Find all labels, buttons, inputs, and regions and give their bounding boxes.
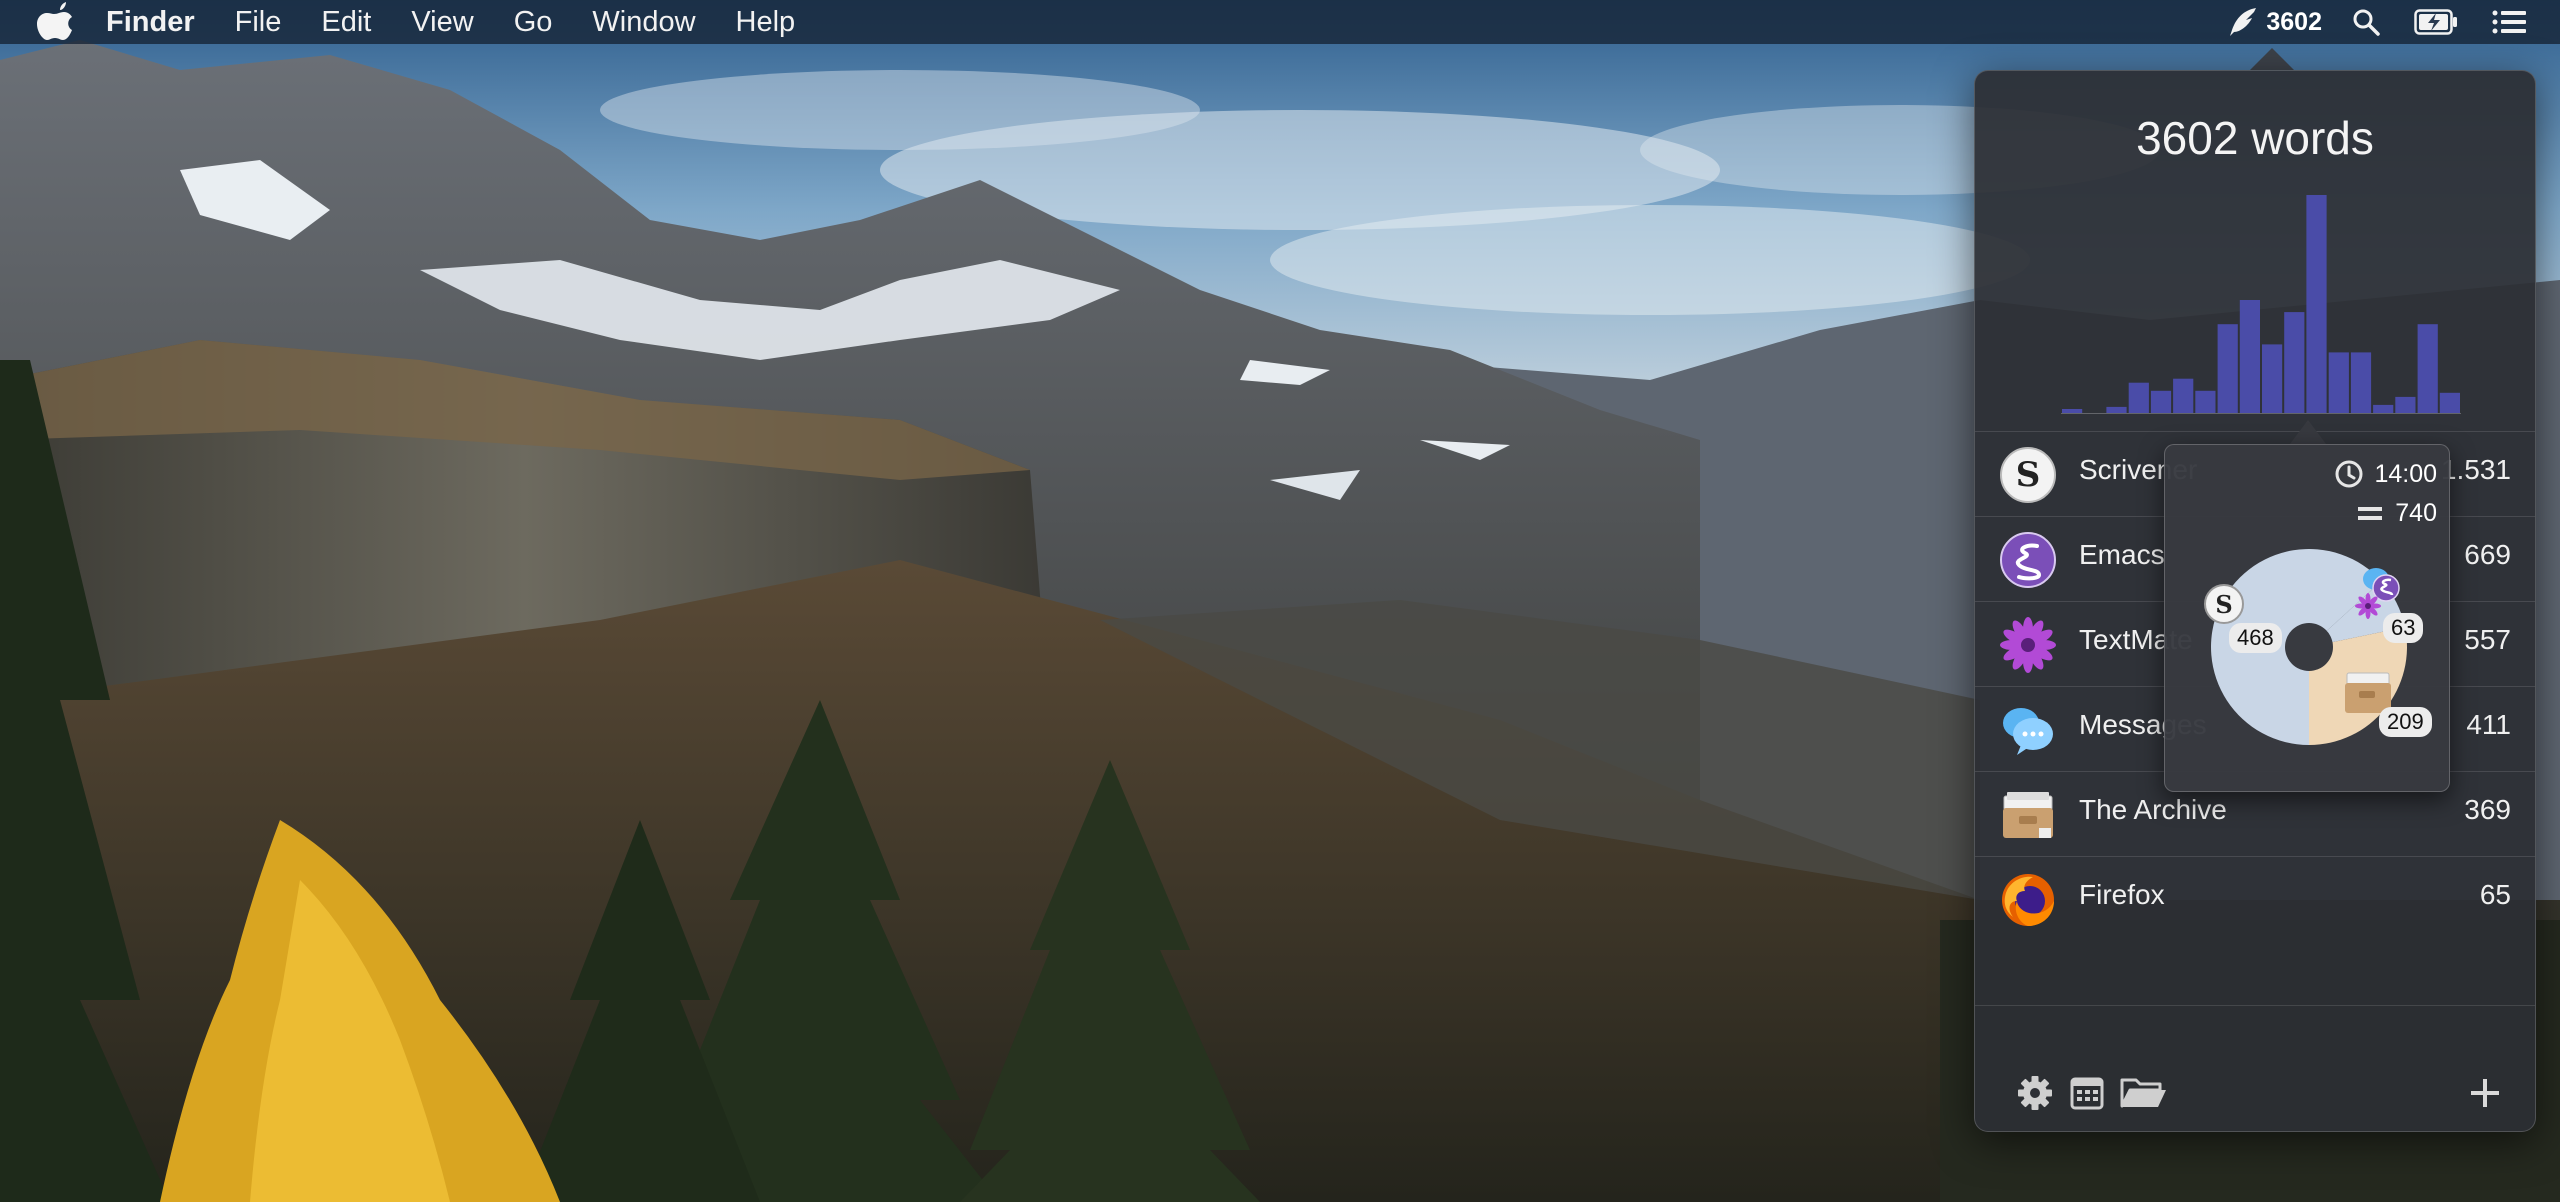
- menu-help[interactable]: Help: [716, 0, 816, 44]
- menu-view[interactable]: View: [391, 0, 493, 44]
- app-word-count: 1.531: [2440, 454, 2511, 485]
- menu-go[interactable]: Go: [494, 0, 573, 44]
- list-item-firefox[interactable]: Firefox 65: [1975, 856, 2535, 941]
- menu-file[interactable]: File: [215, 0, 302, 44]
- apple-logo-icon[interactable]: [36, 2, 72, 42]
- histogram-bar[interactable]: [2395, 396, 2416, 413]
- app-name: The Archive: [2079, 794, 2227, 825]
- clock-icon: [2335, 460, 2363, 488]
- donut-label-messages: 63: [2383, 613, 2424, 643]
- tooltip-time-row: 14:00: [2334, 459, 2437, 489]
- popover-footer: [1975, 1071, 2535, 1111]
- the-archive-icon: [2003, 792, 2053, 838]
- menu-app-name[interactable]: Finder: [86, 0, 215, 44]
- app-name: Firefox: [2079, 879, 2165, 910]
- menu-window[interactable]: Window: [572, 0, 715, 44]
- search-icon[interactable]: [2352, 8, 2380, 36]
- status-word-count: 3602: [2266, 7, 2322, 36]
- app-word-count: 65: [2479, 879, 2511, 910]
- tooltip-time: 14:00: [2374, 459, 2437, 488]
- menu-bar: Finder File Edit View Go Window Help 360…: [0, 0, 2560, 44]
- donut-label-scrivener: 468: [2229, 623, 2282, 653]
- textmate-icon: [2000, 617, 2056, 673]
- folder-icon[interactable]: [2117, 1071, 2171, 1115]
- histogram-bar[interactable]: [2217, 324, 2238, 413]
- histogram-bar[interactable]: [2262, 344, 2283, 413]
- app-word-count: 369: [2464, 794, 2511, 825]
- app-word-count: 411: [2466, 709, 2511, 740]
- histogram-bar[interactable]: [2195, 390, 2216, 413]
- tooltip-arrow: [2290, 420, 2326, 444]
- app-word-count: 669: [2464, 539, 2511, 570]
- histogram-bar[interactable]: [2417, 324, 2438, 413]
- donut-hole: [2285, 623, 2333, 671]
- histogram-bar[interactable]: [2239, 300, 2260, 413]
- histogram-baseline: [2061, 413, 2461, 414]
- hourly-histogram-chart[interactable]: [2061, 189, 2461, 413]
- donut-label-the-archive: 209: [2379, 707, 2432, 737]
- histogram-bar[interactable]: [2150, 390, 2172, 413]
- battery-charging-icon[interactable]: [2414, 9, 2458, 35]
- list-divider: [1975, 1005, 2535, 1006]
- word-counter-status-item[interactable]: 3602: [2226, 6, 2322, 38]
- scrivener-icon: S: [2204, 584, 2244, 624]
- textmate-icon: [2355, 593, 2381, 619]
- emacs-icon: [2000, 532, 2056, 588]
- tooltip-total-row: 740: [2355, 499, 2437, 528]
- hour-detail-tooltip: 14:00 740 S 468 63 209: [2164, 444, 2450, 792]
- app-name: Emacs: [2079, 539, 2165, 570]
- calendar-icon[interactable]: [2065, 1071, 2109, 1115]
- histogram-bar[interactable]: [2284, 312, 2305, 413]
- equals-icon: [2358, 506, 2383, 520]
- histogram-bar[interactable]: [2173, 378, 2194, 413]
- menu-bar-status-area: 3602: [2226, 0, 2560, 44]
- histogram-bar[interactable]: [2373, 404, 2394, 413]
- gear-icon[interactable]: [2013, 1071, 2057, 1115]
- histogram-bar[interactable]: [2439, 392, 2460, 413]
- app-word-count: 557: [2464, 624, 2511, 655]
- histogram-bar[interactable]: [2128, 382, 2149, 413]
- svg-text:S: S: [2016, 455, 2041, 495]
- popover-arrow: [2250, 48, 2294, 70]
- scrivener-icon: S: [2000, 447, 2056, 503]
- histogram-bar[interactable]: [2306, 195, 2327, 413]
- tooltip-total: 740: [2395, 499, 2437, 527]
- svg-text:S: S: [2215, 590, 2232, 619]
- firefox-icon: [2002, 874, 2054, 926]
- list-icon[interactable]: [2492, 10, 2526, 34]
- plus-icon[interactable]: [2463, 1071, 2507, 1115]
- histogram-bar[interactable]: [2350, 352, 2372, 413]
- histogram-bar[interactable]: [2328, 352, 2349, 413]
- popover-title: 3602 words: [2136, 112, 2374, 164]
- quill-icon: [2230, 8, 2257, 36]
- messages-icon: [2003, 708, 2053, 755]
- menu-edit[interactable]: Edit: [301, 0, 391, 44]
